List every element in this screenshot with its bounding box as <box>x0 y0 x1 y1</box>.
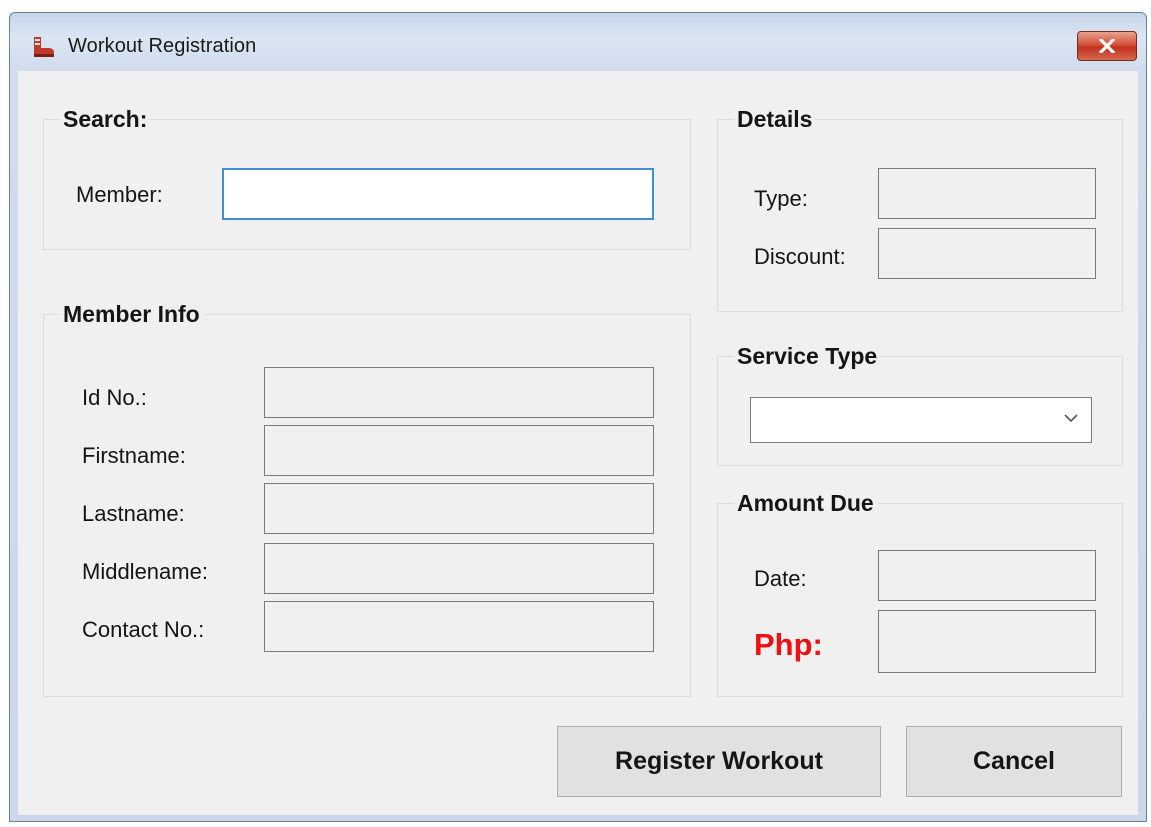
search-group-title: Search: <box>60 106 151 132</box>
lastname-label: Lastname: <box>82 501 185 526</box>
member-info-group: Member Info Id No.: Firstname: Lastname:… <box>43 301 691 697</box>
type-field[interactable] <box>878 168 1096 219</box>
form-body: Search: Member: Member Info Id No.: Firs… <box>18 71 1138 815</box>
discount-field[interactable] <box>878 228 1096 279</box>
type-label: Type: <box>754 186 808 211</box>
app-icon <box>34 37 54 57</box>
service-type-dropdown[interactable] <box>750 397 1092 443</box>
member-label: Member: <box>76 182 163 207</box>
id-no-field[interactable] <box>264 367 654 418</box>
contact-no-field[interactable] <box>264 601 654 652</box>
firstname-field[interactable] <box>264 425 654 476</box>
lastname-field[interactable] <box>264 483 654 534</box>
service-type-group: Service Type <box>717 343 1123 466</box>
title-bar[interactable]: Workout Registration <box>10 13 1146 71</box>
member-search-input[interactable] <box>222 168 654 220</box>
amount-due-group-title: Amount Due <box>734 490 877 516</box>
php-label: Php: <box>754 627 823 662</box>
middlename-label: Middlename: <box>82 559 208 584</box>
close-icon <box>1099 39 1115 53</box>
details-group: Details Type: Discount: <box>717 106 1123 312</box>
search-group: Search: Member: <box>43 106 691 250</box>
workout-registration-window: Workout Registration Search: Member: Mem… <box>9 12 1147 822</box>
register-workout-button[interactable]: Register Workout <box>557 726 881 797</box>
id-no-label: Id No.: <box>82 385 147 410</box>
amount-due-group: Amount Due Date: Php: <box>717 490 1123 697</box>
php-amount-field[interactable] <box>878 610 1096 673</box>
chevron-down-icon[interactable] <box>1063 410 1079 426</box>
window-title: Workout Registration <box>68 35 257 57</box>
member-info-group-title: Member Info <box>60 301 203 327</box>
details-group-title: Details <box>734 106 816 132</box>
discount-label: Discount: <box>754 244 846 269</box>
date-field[interactable] <box>878 550 1096 601</box>
service-type-group-title: Service Type <box>734 343 881 369</box>
contact-no-label: Contact No.: <box>82 617 205 642</box>
date-label: Date: <box>754 566 807 591</box>
firstname-label: Firstname: <box>82 443 186 468</box>
close-button[interactable] <box>1077 31 1137 61</box>
middlename-field[interactable] <box>264 543 654 594</box>
cancel-button[interactable]: Cancel <box>906 726 1122 797</box>
